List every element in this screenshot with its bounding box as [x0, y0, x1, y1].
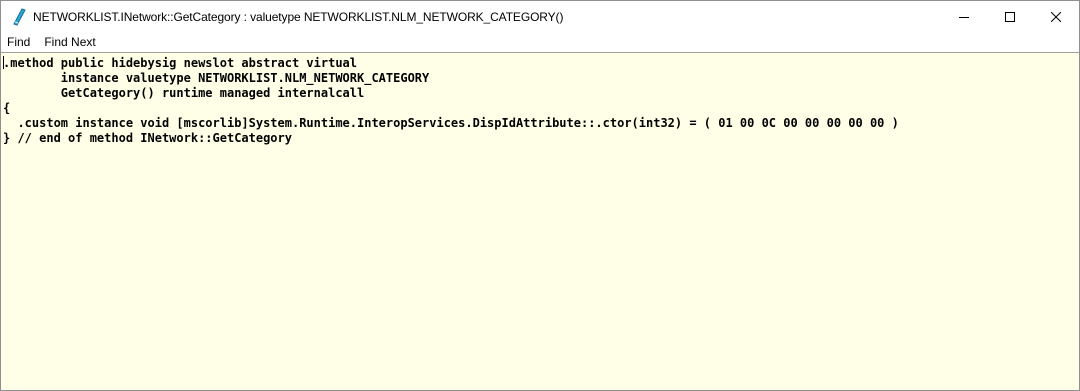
menu-find-next[interactable]: Find Next [39, 32, 100, 52]
minimize-icon [959, 16, 969, 18]
code-line: { [3, 101, 11, 115]
ildasm-method-window: NETWORKLIST.INetwork::GetCategory : valu… [0, 0, 1080, 391]
close-button[interactable] [1033, 1, 1079, 32]
window-title: NETWORKLIST.INetwork::GetCategory : valu… [33, 9, 564, 24]
window-controls [941, 1, 1079, 32]
code-line: .method public hidebysig newslot abstrac… [3, 56, 1079, 71]
maximize-button[interactable] [987, 1, 1033, 32]
code-line: instance valuetype NETWORKLIST.NLM_NETWO… [3, 71, 430, 85]
code-line: GetCategory() runtime managed internalca… [3, 86, 365, 100]
code-line: } // end of method INetwork::GetCategory [3, 131, 292, 145]
il-method-icon [11, 7, 27, 26]
maximize-icon [1005, 11, 1015, 22]
minimize-button[interactable] [941, 1, 987, 32]
code-line-text: .method public hidebysig newslot abstrac… [3, 56, 358, 70]
menu-find[interactable]: Find [2, 32, 35, 52]
il-code-viewer[interactable]: .method public hidebysig newslot abstrac… [1, 52, 1079, 390]
code-line: .custom instance void [mscorlib]System.R… [3, 116, 899, 130]
title-bar[interactable]: NETWORKLIST.INetwork::GetCategory : valu… [1, 1, 1079, 32]
menu-bar: Find Find Next [1, 32, 1079, 52]
close-icon [1051, 11, 1061, 22]
